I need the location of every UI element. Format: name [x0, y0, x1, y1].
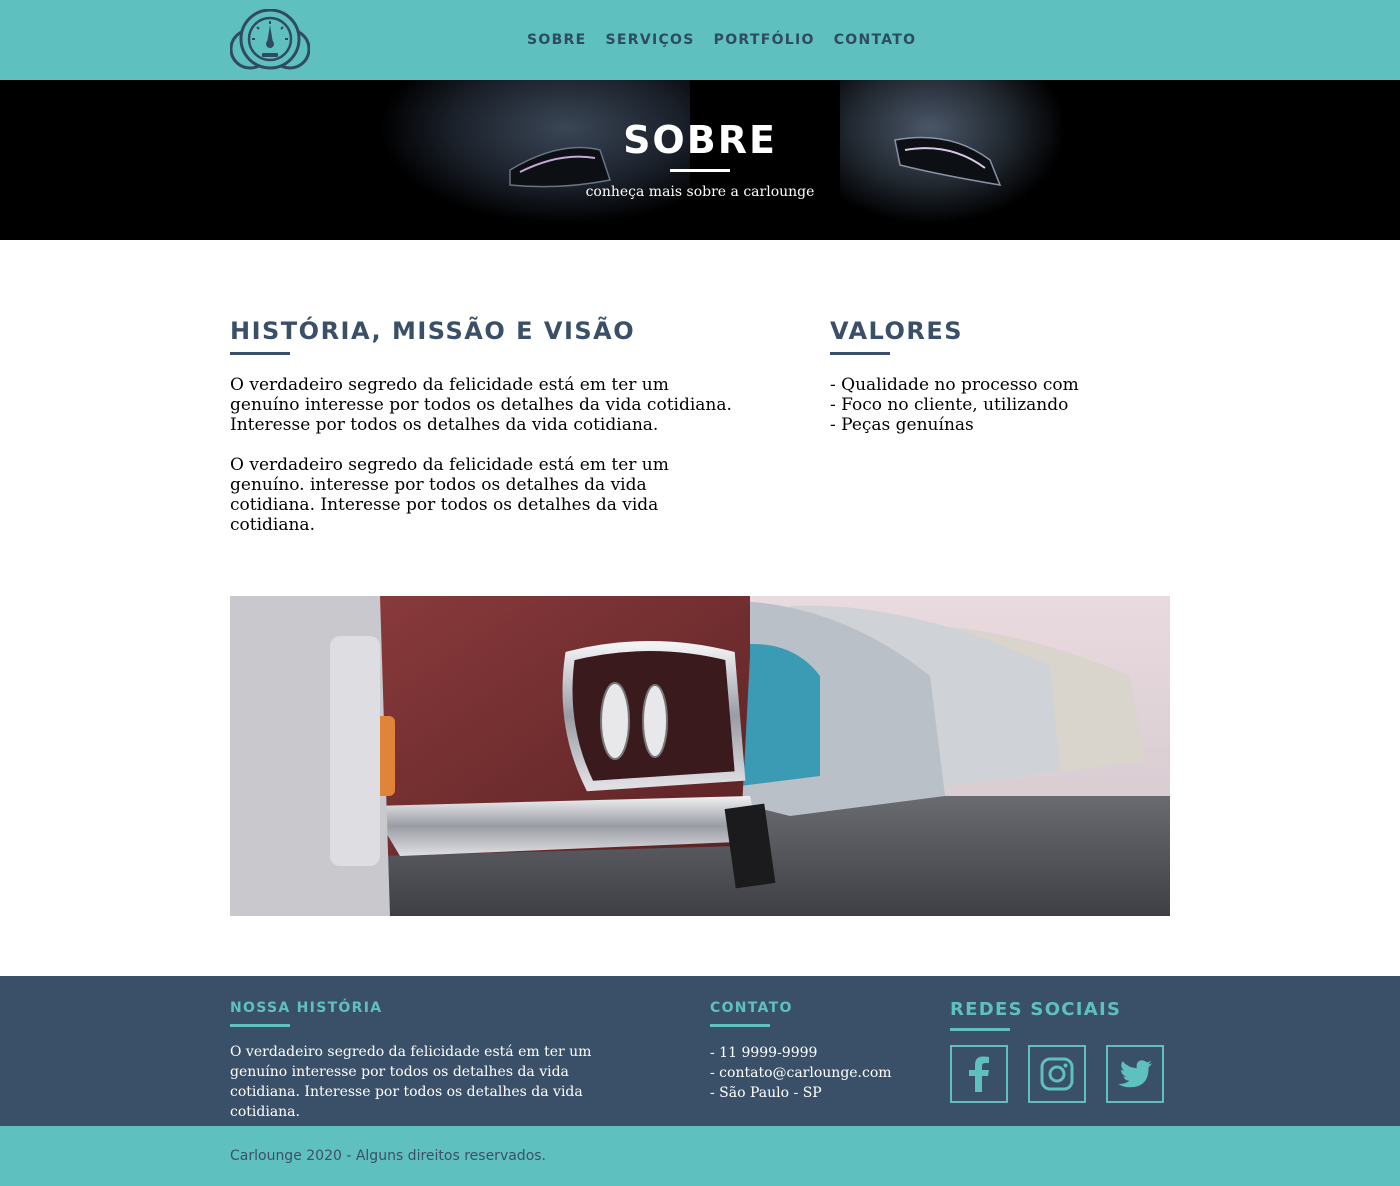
- values-list-item: - Foco no cliente, utilizando: [830, 395, 1069, 415]
- footer-contact-divider: [710, 1024, 770, 1027]
- values-list-item: - Peças genuínas: [830, 415, 974, 435]
- values-title: VALORES: [830, 317, 964, 345]
- site-header: SOBRE SERVIÇOS PORTFÓLIO CONTATO: [0, 0, 1400, 80]
- twitter-icon[interactable]: [1106, 1045, 1164, 1103]
- classic-cars-photo: [230, 596, 1170, 916]
- social-links: [950, 1045, 1164, 1103]
- footer-history-text: O verdadeiro segredo da felicidade está …: [230, 1044, 592, 1120]
- footer-contact-location: - São Paulo - SP: [710, 1085, 822, 1101]
- history-column: HISTÓRIA, MISSÃO E VISÃO O verdadeiro se…: [230, 316, 830, 535]
- footer-history-title: NOSSA HISTÓRIA: [230, 1000, 383, 1016]
- footer-history-divider: [230, 1024, 290, 1027]
- values-title-divider: [830, 352, 890, 355]
- photo-section: [0, 596, 1400, 916]
- values-list-item: - Qualidade no processo com: [830, 375, 1079, 395]
- nav-link-contato[interactable]: CONTATO: [834, 32, 917, 48]
- speedometer-logo-icon[interactable]: [229, 8, 311, 71]
- footer-contact-list: - 11 9999-9999 - contato@carlounge.com -…: [710, 1043, 892, 1103]
- about-section: HISTÓRIA, MISSÃO E VISÃO O verdadeiro se…: [0, 240, 1400, 535]
- history-title: HISTÓRIA, MISSÃO E VISÃO: [230, 317, 636, 345]
- history-title-divider: [230, 352, 290, 355]
- hero-title: SOBRE: [623, 118, 777, 162]
- footer-social: REDES SOCIAIS: [950, 976, 1164, 1103]
- nav-link-sobre[interactable]: SOBRE: [527, 32, 587, 48]
- values-list: - Qualidade no processo com - Foco no cl…: [830, 375, 1170, 435]
- footer-contact-phone: - 11 9999-9999: [710, 1045, 818, 1061]
- instagram-icon[interactable]: [1028, 1045, 1086, 1103]
- history-paragraph: O verdadeiro segredo da felicidade está …: [230, 375, 732, 435]
- facebook-icon[interactable]: [950, 1045, 1008, 1103]
- copyright-bar: Carlounge 2020 - Alguns direitos reserva…: [0, 1126, 1400, 1186]
- footer-contact-title: CONTATO: [710, 1000, 793, 1016]
- main-nav: SOBRE SERVIÇOS PORTFÓLIO CONTATO: [527, 0, 916, 80]
- nav-link-servicos[interactable]: SERVIÇOS: [606, 32, 695, 48]
- history-paragraph: O verdadeiro segredo da felicidade está …: [230, 455, 669, 535]
- hero-divider: [670, 169, 730, 172]
- nav-link-portfolio[interactable]: PORTFÓLIO: [714, 32, 815, 48]
- values-column: VALORES - Qualidade no processo com - Fo…: [830, 316, 1170, 516]
- hero-subtitle: conheça mais sobre a carlounge: [585, 184, 815, 200]
- footer-social-divider: [950, 1028, 1010, 1031]
- copyright-text: Carlounge 2020 - Alguns direitos reserva…: [230, 1148, 546, 1164]
- footer-social-title: REDES SOCIAIS: [950, 999, 1122, 1020]
- hero-banner: SOBRE conheça mais sobre a carlounge: [0, 80, 1400, 240]
- site-footer: NOSSA HISTÓRIA O verdadeiro segredo da f…: [0, 976, 1400, 1126]
- footer-contact-email: - contato@carlounge.com: [710, 1065, 892, 1081]
- footer-contact: CONTATO - 11 9999-9999 - contato@carloun…: [710, 976, 892, 1103]
- footer-history: NOSSA HISTÓRIA O verdadeiro segredo da f…: [230, 976, 630, 1122]
